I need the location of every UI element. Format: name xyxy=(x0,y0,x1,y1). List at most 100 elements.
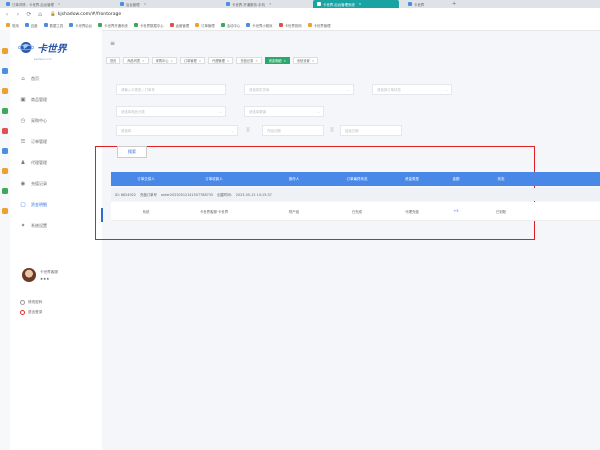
bookmark-item[interactable]: 卡世界管理 xyxy=(307,23,330,28)
channel-select[interactable]: 请选择渠道 ⌄ xyxy=(244,106,324,117)
new-tab-icon[interactable]: + xyxy=(448,0,458,8)
sidebar-item-goods[interactable]: ▣ 商品管理 xyxy=(10,89,102,110)
bookmark-icon xyxy=(98,23,103,27)
url-field[interactable]: 🔒 kjshadow.com/#/frontorage xyxy=(50,12,121,17)
sidebar-item-agents[interactable]: ♟ 代理管理 xyxy=(10,152,102,173)
bookmark-item[interactable]: 订单管理 xyxy=(195,23,215,28)
dock-app-icon[interactable] xyxy=(2,148,8,154)
tab-recharge[interactable]: 充值记录 ✕ xyxy=(236,57,262,64)
dock-folder-icon[interactable] xyxy=(2,48,8,54)
close-icon[interactable]: ✕ xyxy=(312,59,315,63)
bookmark-item[interactable]: 卡世界官网 xyxy=(278,23,302,28)
bookmark-item[interactable]: 卡世界后台 xyxy=(69,23,92,28)
tab-home[interactable]: 首页 xyxy=(106,57,121,64)
close-icon[interactable]: ✕ xyxy=(255,59,258,63)
bookmark-item[interactable]: 常用 xyxy=(6,23,19,28)
category-select[interactable]: 请选择商品分类 ⌄ xyxy=(116,106,226,117)
home-icon[interactable]: ⌂ xyxy=(36,10,44,18)
tab-orders[interactable]: 订单管理 ✕ xyxy=(179,57,206,64)
bookmark-icon xyxy=(246,23,251,27)
tab-funds[interactable]: 资金明细 ✕ xyxy=(264,57,290,64)
close-icon[interactable]: ✕ xyxy=(142,59,145,63)
chevron-down-icon: ⌄ xyxy=(445,88,448,92)
dock-app-icon[interactable] xyxy=(2,128,8,134)
bookmark-item[interactable]: 运营管理 xyxy=(169,23,189,28)
type-select[interactable]: 请选择 ⌄ xyxy=(116,125,238,136)
app-logo[interactable]: 卡世界 xyxy=(17,40,67,55)
chevron-down-icon: ⌄ xyxy=(219,110,222,114)
tab-close-icon[interactable]: ✕ xyxy=(144,2,147,6)
column-header: 订单收款人 xyxy=(205,176,223,181)
user-name: 卡世界客服 xyxy=(40,269,58,274)
table-cell: 卡世界客服·卡世界 xyxy=(199,209,229,214)
close-icon[interactable]: ✕ xyxy=(170,59,173,63)
column-header: 操作人 xyxy=(288,176,300,181)
agent-icon: ♟ xyxy=(20,159,26,166)
tab-goods[interactable]: 商品列表 ✕ xyxy=(123,57,149,64)
tab-purchase[interactable]: 采购中心 ✕ xyxy=(151,57,177,64)
bookmark-item[interactable]: 活动中心 xyxy=(220,23,240,28)
bookmark-item[interactable]: 百度 xyxy=(24,23,38,28)
bookmark-icon xyxy=(69,23,74,27)
dock-app-icon[interactable] xyxy=(2,188,8,194)
bookmark-item[interactable]: 卡世界开通系统 xyxy=(98,23,128,28)
forward-arrow-icon[interactable]: › xyxy=(14,10,22,18)
end-date-input[interactable]: 结束日期 xyxy=(340,125,402,136)
order-icon: ☰ xyxy=(20,138,26,145)
logout-link[interactable]: 退出登录 xyxy=(20,307,42,317)
home-icon: ⌂ xyxy=(21,75,25,82)
bookmark-icon xyxy=(169,23,174,27)
tab-favicon-icon xyxy=(317,2,321,6)
tab-agents[interactable]: 代理管理 ✕ xyxy=(208,57,234,64)
search-button[interactable]: 搜索 xyxy=(117,146,147,158)
menu-toggle-icon[interactable]: ≡ xyxy=(110,40,115,47)
power-icon xyxy=(20,309,25,315)
close-icon[interactable]: ✕ xyxy=(227,59,230,63)
bookmark-item[interactable]: 数据工具 xyxy=(43,23,63,28)
table-row[interactable]: 系统 卡世界客服·卡世界 财产组 已完成 代理充值 +5 已到账 xyxy=(111,202,600,221)
browser-tab[interactable]: 订单详情 - 卡世界-后台管理 ✕ xyxy=(2,0,84,8)
dock-folder-icon[interactable] xyxy=(2,88,8,94)
browser-tab[interactable]: 卡世界-开通服务-手机 ✕ xyxy=(222,0,310,8)
bookmark-item[interactable]: 卡世界小程序 xyxy=(246,23,273,28)
browser-tab-active[interactable]: 卡世界-后台管理系统 ✕ xyxy=(313,0,399,8)
column-header: 订单最终状态 xyxy=(346,176,368,181)
dock-app-icon[interactable] xyxy=(2,108,8,114)
tab-close-icon[interactable]: ✕ xyxy=(58,2,61,6)
dock-folder-icon[interactable] xyxy=(2,208,8,214)
order-status-select[interactable]: 请选择订单状态 ⌄ xyxy=(372,84,452,95)
order-number[interactable]: order20230512141507788735 xyxy=(161,193,213,197)
close-icon[interactable]: ✕ xyxy=(199,59,202,63)
change-password-link[interactable]: 修改密码 xyxy=(20,297,42,307)
tab-close-icon[interactable]: ✕ xyxy=(359,2,362,6)
tab-settings[interactable]: 系统设置 ✕ xyxy=(292,57,319,64)
sidebar-item-funds[interactable]: ▢ 资金明细 xyxy=(10,194,102,215)
sidebar-item-recharge[interactable]: ◉ 充值记录 xyxy=(10,173,102,194)
tab-favicon-icon xyxy=(120,2,124,6)
column-header: 金额 xyxy=(452,176,460,181)
dock-app-icon[interactable] xyxy=(2,68,8,74)
bookmark-item[interactable]: 卡世界数据中心 xyxy=(133,23,164,28)
close-icon[interactable]: ✕ xyxy=(283,59,286,63)
table-cell: 已完成 xyxy=(351,209,363,214)
sidebar-item-settings[interactable]: ✦ 系统设置 xyxy=(10,215,102,236)
back-arrow-icon[interactable]: ‹ xyxy=(3,10,11,18)
sidebar-item-home[interactable]: ⌂ 首页 xyxy=(10,68,102,89)
created-time-label: 创建时间: xyxy=(217,193,232,197)
browser-tab[interactable]: 卡世界 xyxy=(404,0,444,8)
purchase-icon: ◷ xyxy=(20,117,26,124)
reload-icon[interactable]: ⟳ xyxy=(25,10,33,18)
avatar xyxy=(22,268,36,282)
start-date-input[interactable]: 开始日期 xyxy=(262,125,324,136)
tab-close-icon[interactable]: ✕ xyxy=(269,2,272,6)
supplier-select[interactable]: 请选择供货商 ⌄ xyxy=(244,84,354,95)
dock-folder-icon[interactable] xyxy=(2,168,8,174)
table-cell: 财产组 xyxy=(288,209,300,214)
keyword-input[interactable]: 请输入卡类型 / 订单号 xyxy=(116,84,226,95)
browser-tab-bar: 订单详情 - 卡世界-后台管理 ✕ 后台管理 ✕ 卡世界-开通服务-手机 ✕ 卡世界-… xyxy=(0,0,600,8)
user-links: 修改密码 退出登录 xyxy=(20,297,42,317)
user-profile[interactable]: 卡世界客服 ★★★ xyxy=(22,268,58,282)
sidebar-item-purchase[interactable]: ◷ 采购中心 xyxy=(10,110,102,131)
sidebar-item-orders[interactable]: ☰ 订单管理 xyxy=(10,131,102,152)
browser-tab[interactable]: 后台管理 ✕ xyxy=(116,0,174,8)
